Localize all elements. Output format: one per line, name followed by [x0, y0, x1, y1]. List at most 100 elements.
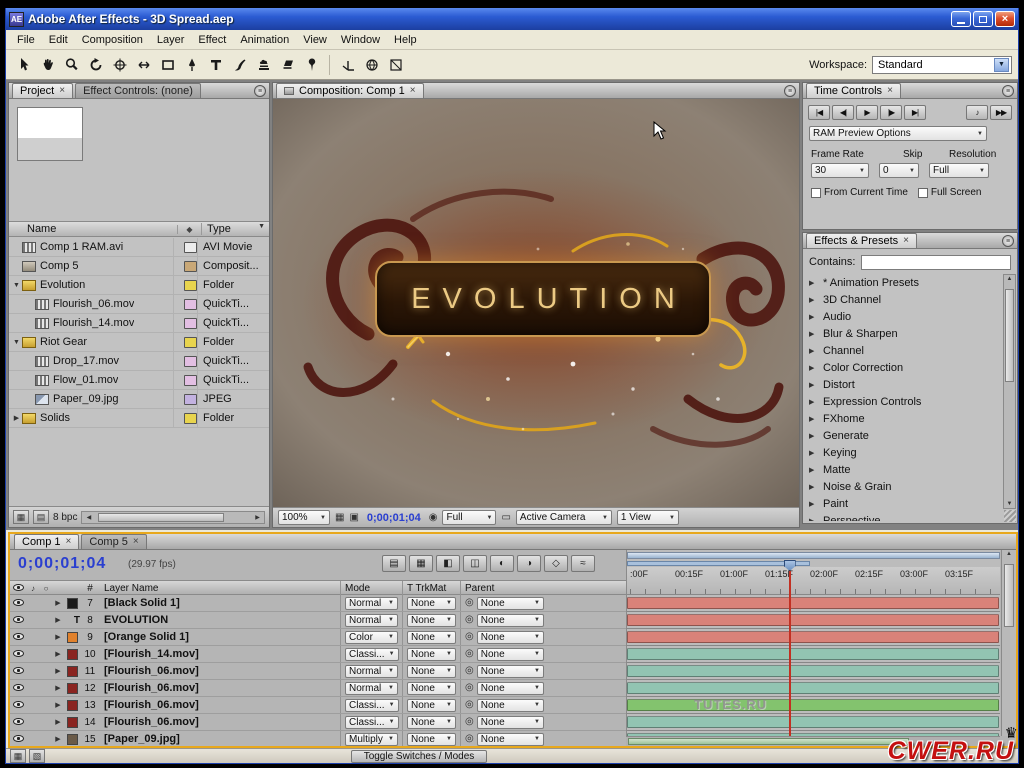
menu-item[interactable]: Window: [334, 32, 387, 48]
effects-category-row[interactable]: ▶ Paint: [803, 495, 1002, 512]
close-icon[interactable]: ×: [903, 236, 909, 246]
pickwhip-icon[interactable]: ◎: [465, 615, 474, 625]
column-number[interactable]: #: [80, 583, 100, 594]
panel-menu-icon[interactable]: ≡: [1002, 235, 1014, 247]
parent-dropdown[interactable]: None▼: [477, 716, 544, 729]
layer-row[interactable]: ▶ 15 [Paper_09.jpg] Multiply▼ None▼ ◎Non…: [10, 731, 626, 746]
layer-name[interactable]: [Flourish_06.mov]: [100, 682, 340, 694]
eye-icon[interactable]: [10, 632, 26, 643]
current-time-display[interactable]: 0;00;01;04: [364, 512, 424, 524]
audio-button[interactable]: ♪: [966, 105, 988, 120]
layer-swatch-cell[interactable]: [64, 666, 80, 677]
preview-resolution-dropdown[interactable]: Full▼: [929, 163, 989, 178]
scrollbar-thumb[interactable]: [1004, 564, 1014, 627]
work-area-bar[interactable]: [627, 561, 810, 566]
timeline-tab[interactable]: Comp 1 ×: [14, 534, 79, 549]
expand-arrow-icon[interactable]: ▶: [809, 364, 817, 372]
full-screen-checkbox[interactable]: [918, 188, 928, 198]
parent-dropdown[interactable]: None▼: [477, 631, 544, 644]
layer-swatch-cell[interactable]: [64, 632, 80, 643]
expand-arrow-icon[interactable]: ▶: [809, 517, 817, 522]
layer-duration-bar[interactable]: [627, 614, 999, 626]
title-bar[interactable]: AE Adobe After Effects - 3D Spread.aep ×: [6, 8, 1018, 30]
twirl-arrow-icon[interactable]: ▶: [52, 718, 64, 726]
skip-dropdown[interactable]: 0▼: [879, 163, 919, 178]
project-item-row[interactable]: Drop_17.mov QuickTi...: [9, 352, 269, 371]
layer-swatch-cell[interactable]: [64, 598, 80, 609]
lock-column-icon[interactable]: ○: [40, 584, 52, 593]
color-depth-button[interactable]: ▤: [33, 510, 49, 524]
view-axis-mode-button[interactable]: [384, 53, 407, 76]
layer-swatch-cell[interactable]: T: [64, 615, 80, 626]
column-parent[interactable]: Parent: [460, 581, 548, 596]
expand-arrow-icon[interactable]: ▶: [809, 415, 817, 423]
layer-bar-row[interactable]: [627, 612, 1000, 629]
label-chip[interactable]: [184, 394, 197, 405]
minimize-button[interactable]: [951, 11, 971, 27]
project-item-row[interactable]: Flourish_14.mov QuickTi...: [9, 314, 269, 333]
parent-dropdown[interactable]: None▼: [477, 665, 544, 678]
track-matte-dropdown[interactable]: None▼: [407, 716, 456, 729]
blend-mode-dropdown[interactable]: Normal▼: [345, 597, 398, 610]
panel-menu-icon[interactable]: ≡: [254, 85, 266, 97]
expand-arrow-icon[interactable]: ▶: [809, 296, 817, 304]
timeline-current-time[interactable]: 0;00;01;04: [18, 555, 106, 573]
selection-tool[interactable]: [12, 53, 35, 76]
layer-name[interactable]: [Orange Solid 1]: [100, 631, 340, 643]
resolution-dropdown[interactable]: Full▼: [442, 510, 496, 525]
track-matte-dropdown[interactable]: None▼: [407, 631, 456, 644]
workspace-dropdown[interactable]: Standard ▼: [872, 56, 1012, 74]
play-button[interactable]: ▶: [856, 105, 878, 120]
effects-category-row[interactable]: ▶ Keying: [803, 444, 1002, 461]
track-matte-dropdown[interactable]: None▼: [407, 682, 456, 695]
label-chip[interactable]: [184, 261, 197, 272]
folder-toggle-icon[interactable]: ▶: [11, 414, 22, 422]
effects-category-row[interactable]: ▶ 3D Channel: [803, 291, 1002, 308]
effects-category-row[interactable]: ▶ Blur & Sharpen: [803, 325, 1002, 342]
hide-shy-layers-button[interactable]: ◫: [463, 555, 487, 572]
menu-item[interactable]: Edit: [42, 32, 75, 48]
project-horizontal-scrollbar[interactable]: ◀ ▶: [81, 511, 265, 524]
menu-item[interactable]: View: [296, 32, 334, 48]
layer-swatch-cell[interactable]: [64, 649, 80, 660]
twirl-arrow-icon[interactable]: ▶: [52, 616, 64, 624]
scroll-down-icon[interactable]: ▼: [1004, 501, 1015, 507]
track-matte-dropdown[interactable]: None▼: [407, 614, 456, 627]
menu-item[interactable]: Layer: [150, 32, 192, 48]
expand-arrow-icon[interactable]: ▶: [809, 381, 817, 389]
close-icon[interactable]: ×: [59, 86, 65, 96]
layer-color-swatch[interactable]: [67, 666, 78, 677]
puppet-pin-tool[interactable]: [300, 53, 323, 76]
next-frame-button[interactable]: |▶: [880, 105, 902, 120]
effects-category-row[interactable]: ▶ Channel: [803, 342, 1002, 359]
ram-preview-options-dropdown[interactable]: RAM Preview Options▼: [809, 126, 987, 141]
layer-duration-bar[interactable]: [627, 665, 999, 677]
layer-color-swatch[interactable]: [67, 649, 78, 660]
layer-color-swatch[interactable]: [67, 598, 78, 609]
expand-arrow-icon[interactable]: ▶: [809, 398, 817, 406]
comp-mini-flowchart-button[interactable]: ▤: [382, 555, 406, 572]
eye-icon[interactable]: [10, 598, 26, 609]
tab-project[interactable]: Project ×: [12, 83, 73, 98]
blend-mode-dropdown[interactable]: Multiply▼: [345, 733, 398, 746]
layer-row[interactable]: ▶ 12 [Flourish_06.mov] Normal▼ None▼ ◎No…: [10, 680, 626, 697]
twirl-arrow-icon[interactable]: ▶: [52, 684, 64, 692]
expand-arrow-icon[interactable]: ▶: [809, 330, 817, 338]
restore-button[interactable]: [973, 11, 993, 27]
track-matte-dropdown[interactable]: None▼: [407, 733, 456, 746]
track-matte-dropdown[interactable]: None▼: [407, 597, 456, 610]
hand-tool[interactable]: [36, 53, 59, 76]
track-matte-dropdown[interactable]: None▼: [407, 699, 456, 712]
current-time-indicator[interactable]: [784, 560, 796, 736]
layer-swatch-cell[interactable]: [64, 683, 80, 694]
pickwhip-icon[interactable]: ◎: [465, 598, 474, 608]
project-item-row[interactable]: Comp 1 RAM.avi AVI Movie: [9, 238, 269, 257]
pickwhip-icon[interactable]: ◎: [465, 734, 474, 744]
close-icon[interactable]: ×: [410, 86, 416, 96]
layer-bar-row[interactable]: [627, 629, 1000, 646]
magnification-dropdown[interactable]: 100%▼: [278, 510, 330, 525]
parent-dropdown[interactable]: None▼: [477, 614, 544, 627]
view-layout-dropdown[interactable]: 1 View▼: [617, 510, 679, 525]
layer-swatch-cell[interactable]: [64, 700, 80, 711]
scroll-left-icon[interactable]: ◀: [83, 514, 94, 521]
